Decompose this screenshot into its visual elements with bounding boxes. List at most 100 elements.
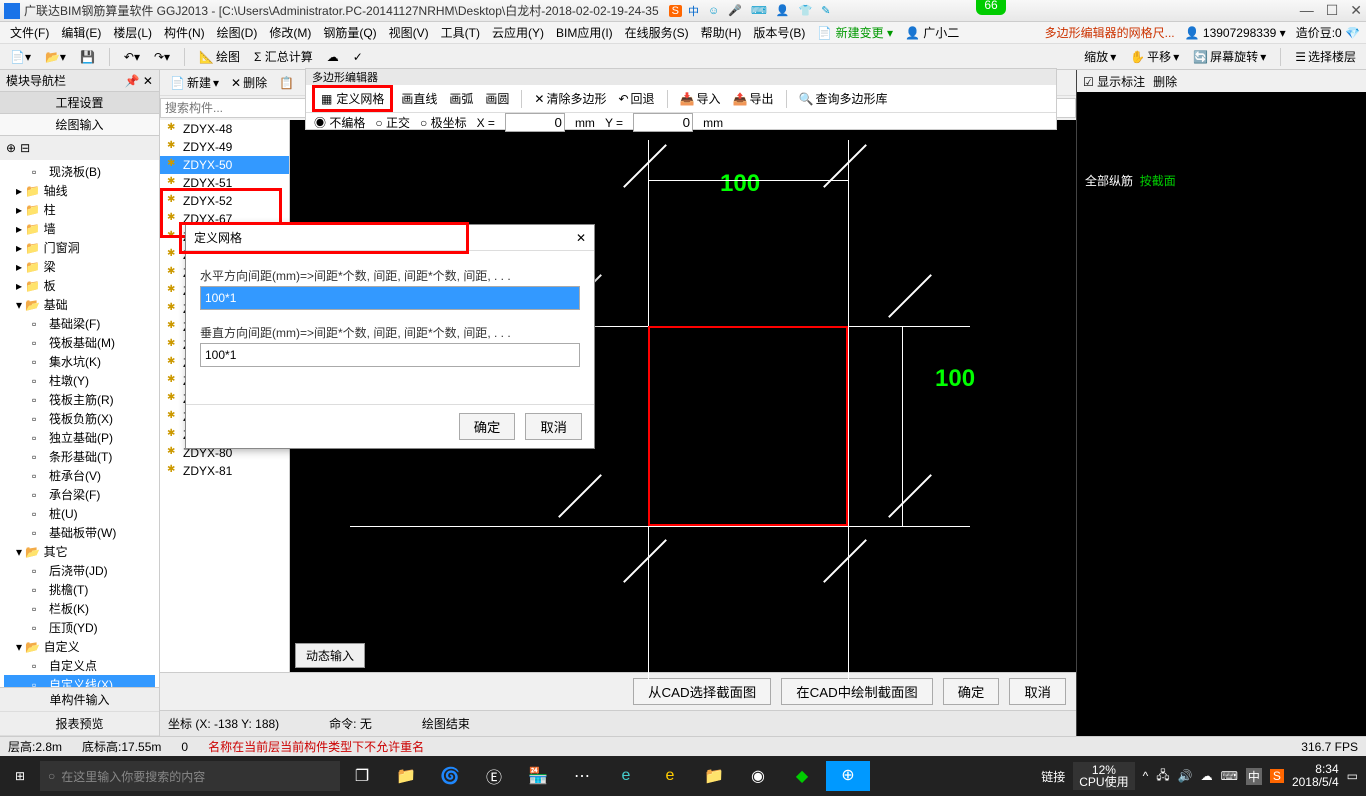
report-preview-tab[interactable]: 报表预览 (0, 712, 159, 736)
draw-circle-button[interactable]: 画圆 (481, 89, 513, 108)
menu-version[interactable]: 版本号(B) (749, 24, 809, 41)
phone-badge[interactable]: 👤 13907298339 ▾ (1185, 26, 1286, 40)
tree-node[interactable]: ▫ 柱墩(Y) (4, 371, 155, 390)
tree-node[interactable]: ▸ 📁 板 (4, 276, 155, 295)
app-folder[interactable]: 📁 (692, 766, 736, 786)
app-6[interactable]: ◉ (736, 766, 780, 786)
app-edge[interactable]: e (604, 767, 648, 785)
tray-up-icon[interactable]: ^ (1143, 769, 1149, 783)
app-4[interactable]: 🏪 (516, 766, 560, 786)
tray-vol-icon[interactable]: 🔊 (1178, 769, 1193, 783)
zoom-button[interactable]: 缩放 ▾ (1080, 47, 1120, 66)
user-badge[interactable]: 👤 广小二 (901, 24, 963, 41)
clear-poly-button[interactable]: ✕ 清除多边形 (530, 89, 610, 108)
single-component-tab[interactable]: 单构件输入 (0, 688, 159, 712)
tree-node[interactable]: ▸ 📁 柱 (4, 200, 155, 219)
export-button[interactable]: 📤 导出 (729, 89, 778, 108)
tree-node[interactable]: ▫ 基础梁(F) (4, 314, 155, 333)
define-grid-button[interactable]: ▦ 定义网格 (312, 85, 393, 112)
tree-node[interactable]: ▫ 基础板带(W) (4, 523, 155, 542)
dialog-cancel-button[interactable]: 取消 (525, 413, 582, 440)
expand-icon[interactable]: ⊕ (6, 141, 16, 155)
cancel-button[interactable]: 取消 (1009, 678, 1066, 705)
collapse-icon[interactable]: ⊟ (20, 141, 30, 155)
app-ie[interactable]: e (648, 767, 692, 785)
tree-node[interactable]: ▸ 📁 轴线 (4, 181, 155, 200)
tree-node[interactable]: ▫ 承台梁(F) (4, 485, 155, 504)
y-input[interactable] (633, 113, 693, 132)
menu-cloud[interactable]: 云应用(Y) (488, 24, 548, 41)
tab-draw-input[interactable]: 绘图输入 (0, 114, 159, 136)
menu-component[interactable]: 构件(N) (160, 24, 209, 41)
new-change-button[interactable]: 📄 新建变更 ▾ (813, 24, 897, 41)
tray-cloud-icon[interactable]: ☁ (1201, 769, 1213, 783)
import-button[interactable]: 📥 导入 (676, 89, 725, 108)
delete-item-button[interactable]: ✕ 删除 (227, 73, 271, 92)
h-spacing-input[interactable] (200, 286, 580, 310)
from-cad-button[interactable]: 从CAD选择截面图 (633, 678, 771, 705)
list-item[interactable]: ZDYX-50 (160, 156, 289, 174)
clock[interactable]: 8:34 2018/5/4 (1292, 763, 1339, 789)
tree-node[interactable]: ▫ 后浇带(JD) (4, 561, 155, 580)
draw-line-button[interactable]: 画直线 (397, 89, 441, 108)
dialog-close-button[interactable]: ✕ (576, 231, 586, 245)
menu-tools[interactable]: 工具(T) (437, 24, 484, 41)
menu-modify[interactable]: 修改(M) (265, 24, 315, 41)
ok-button[interactable]: 确定 (943, 678, 1000, 705)
list-item[interactable]: ZDYX-48 (160, 120, 289, 138)
notification-icon[interactable]: ▭ (1347, 769, 1358, 783)
task-view-button[interactable]: ❐ (340, 766, 384, 786)
tree-node[interactable]: ▫ 筏板基础(M) (4, 333, 155, 352)
app-ggj[interactable]: ⊕ (826, 761, 870, 791)
menu-file[interactable]: 文件(F) (6, 24, 53, 41)
tray-sogou-icon[interactable]: S (1270, 769, 1284, 783)
tree-node[interactable]: ▫ 自定义点 (4, 656, 155, 675)
new-item-button[interactable]: 📄 新建 ▾ (166, 73, 223, 92)
maximize-button[interactable]: ☐ (1326, 2, 1339, 19)
new-file-button[interactable]: 📄▾ (6, 49, 35, 65)
link-label[interactable]: 链接 (1041, 768, 1065, 785)
select-floor-button[interactable]: ☰ 选择楼层 (1291, 47, 1360, 66)
rotate-button[interactable]: 🔄 屏幕旋转 ▾ (1189, 47, 1270, 66)
tree-node[interactable]: ▫ 栏板(K) (4, 599, 155, 618)
tree-node[interactable]: ▾ 📂 自定义 (4, 637, 155, 656)
list-item[interactable]: ZDYX-81 (160, 462, 289, 480)
menu-floor[interactable]: 楼层(L) (109, 24, 156, 41)
tab-project-settings[interactable]: 工程设置 (0, 92, 159, 114)
tree-node[interactable]: ▸ 📁 梁 (4, 257, 155, 276)
tree-node[interactable]: ▫ 桩承台(V) (4, 466, 155, 485)
tree-node[interactable]: ▾ 📂 其它 (4, 542, 155, 561)
save-button[interactable]: 💾 (76, 49, 99, 65)
cpu-meter[interactable]: 12% CPU使用 (1073, 762, 1134, 790)
menu-rebar[interactable]: 钢筋量(Q) (319, 24, 380, 41)
menu-draw[interactable]: 绘图(D) (213, 24, 262, 41)
tree-node[interactable]: ▸ 📁 墙 (4, 219, 155, 238)
list-item[interactable]: ZDYX-51 (160, 174, 289, 192)
tree-node[interactable]: ▫ 筏板负筋(X) (4, 409, 155, 428)
tray-ime[interactable]: 中 (1246, 768, 1262, 785)
delete-mark-button[interactable]: 删除 (1153, 73, 1177, 90)
tree-node[interactable]: ▫ 挑檐(T) (4, 580, 155, 599)
dynamic-input-button[interactable]: 动态输入 (295, 643, 365, 668)
menu-view[interactable]: 视图(V) (385, 24, 433, 41)
minimize-button[interactable]: — (1300, 2, 1314, 19)
radio-polar[interactable]: 极坐标 (420, 114, 467, 131)
tree-node[interactable]: ▫ 现浇板(B) (4, 162, 155, 181)
draw-button[interactable]: 📐 绘图 (195, 47, 244, 66)
open-button[interactable]: 📂▾ (41, 49, 70, 65)
show-mark-button[interactable]: ☑ 显示标注 (1083, 73, 1145, 90)
sum-calc-button[interactable]: Σ 汇总计算 (250, 47, 317, 66)
tree-node[interactable]: ▫ 集水坑(K) (4, 352, 155, 371)
menu-bim[interactable]: BIM应用(I) (552, 24, 617, 41)
in-cad-button[interactable]: 在CAD中绘制截面图 (781, 678, 932, 705)
menu-help[interactable]: 帮助(H) (697, 24, 746, 41)
cloud-button[interactable]: ☁ (323, 49, 343, 65)
taskbar-search[interactable]: ○ 在这里输入你要搜索的内容 (40, 761, 340, 791)
nav-tree[interactable]: ▫ 现浇板(B)▸ 📁 轴线▸ 📁 柱▸ 📁 墙▸ 📁 门窗洞▸ 📁 梁▸ 📁 … (0, 160, 159, 687)
list-item[interactable]: ZDYX-49 (160, 138, 289, 156)
app-2[interactable]: 🌀 (428, 766, 472, 786)
tree-node[interactable]: ▫ 独立基础(P) (4, 428, 155, 447)
dialog-ok-button[interactable]: 确定 (459, 413, 516, 440)
undo-button[interactable]: ↶▾ (120, 49, 144, 65)
v-spacing-input[interactable] (200, 343, 580, 367)
